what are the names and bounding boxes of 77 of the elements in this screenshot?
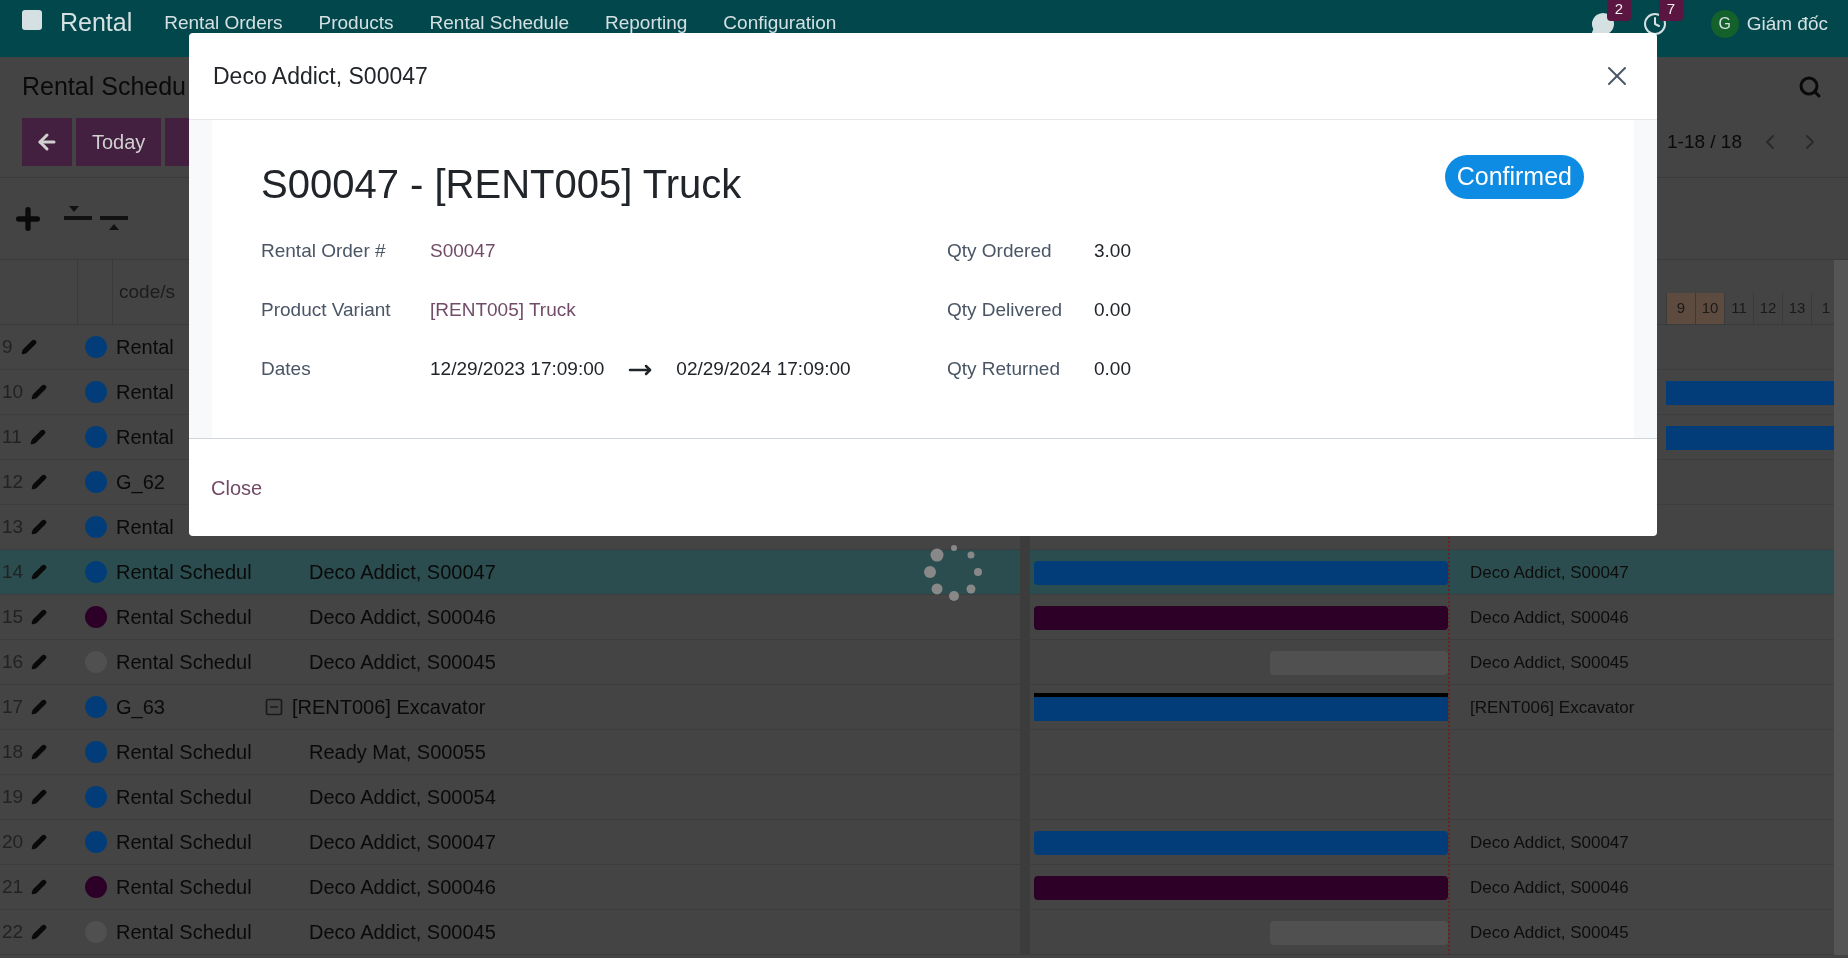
field-link[interactable]: [RENT005] Truck [430, 296, 576, 325]
table-cell-text: Deco Addict, S00047 [309, 560, 496, 585]
day-header: 9 [1666, 292, 1695, 324]
table-cell: Rental [116, 426, 174, 448]
edit-icon[interactable] [31, 654, 48, 670]
close-button[interactable]: Close [207, 472, 267, 503]
field-label: Rental Order # [261, 239, 387, 264]
table-cell-text: [RENT006] Excavator [292, 695, 486, 720]
table-cell: Rental Schedul [116, 786, 252, 808]
edit-icon[interactable] [31, 834, 48, 850]
field-value: 12/29/2023 17:09:00 [430, 357, 605, 382]
bar-label: Deco Addict, S00047 [1470, 562, 1629, 584]
field-link[interactable]: S00047 [430, 237, 496, 266]
edit-icon[interactable] [31, 519, 48, 535]
table-cell-text: Deco Addict, S00054 [309, 785, 496, 810]
field-label: Qty Returned [947, 357, 1061, 382]
search-icon[interactable] [1798, 75, 1822, 99]
table-cell: Rental Schedul [116, 651, 252, 673]
field-label: Qty Ordered [947, 239, 1053, 264]
user-name[interactable]: Giám đốc [1746, 10, 1828, 39]
status-badge: Confirmed [1444, 155, 1584, 199]
today-button[interactable]: Today [76, 117, 162, 166]
table-cell-text: Deco Addict, S00047 [309, 830, 496, 855]
menu-item[interactable]: Rental Orders [164, 12, 283, 34]
field-label: Dates [261, 357, 312, 382]
table-cell-text: Deco Addict, S00045 [309, 920, 496, 945]
edit-icon[interactable] [20, 339, 37, 355]
collapse-icon[interactable] [264, 697, 284, 717]
table-cell-text: Deco Addict, S00046 [309, 875, 496, 900]
notification-badge: 2 [1606, 0, 1632, 21]
pager: 1-18 / 18 [1667, 129, 1742, 154]
breadcrumb: Rental Schedu [22, 71, 186, 103]
day-header: 10 [1695, 292, 1724, 324]
edit-icon[interactable] [31, 609, 48, 625]
field-label: Product Variant [261, 298, 392, 323]
table-cell: Rental [116, 381, 174, 403]
table-cell: G_63 [116, 696, 165, 718]
table-cell: Rental Schedul [116, 831, 252, 853]
previous-button[interactable] [22, 117, 72, 166]
table-cell: G_62 [116, 471, 165, 493]
edit-icon[interactable] [31, 474, 48, 490]
table-cell: Rental Schedul [116, 741, 252, 763]
edit-icon[interactable] [31, 564, 48, 580]
table-cell: Rental Schedul [116, 921, 252, 943]
table-cell-text: Deco Addict, S00046 [309, 605, 496, 630]
app-name[interactable]: Rental [60, 8, 133, 36]
activities-icon[interactable] [1642, 12, 1667, 37]
edit-icon[interactable] [29, 429, 46, 445]
dialog-title: Deco Addict, S00047 [213, 61, 428, 91]
menu-item[interactable]: Rental Schedule [429, 12, 569, 34]
table-cell: Rental Schedul [116, 561, 252, 583]
field-value: 02/29/2024 17:09:00 [676, 357, 851, 382]
menu-item[interactable]: Configuration [723, 12, 837, 34]
notification-badge: 7 [1658, 0, 1684, 21]
edit-icon[interactable] [31, 384, 48, 400]
table-cell: Rental Schedul [116, 606, 252, 628]
edit-icon[interactable] [31, 789, 48, 805]
field-label: Qty Delivered [947, 298, 1064, 323]
table-cell: Rental [116, 336, 174, 358]
bar-label: [RENT006] Excavator [1470, 697, 1635, 719]
scrollbar[interactable] [1834, 260, 1848, 955]
table-cell-text: Deco Addict, S00045 [309, 650, 496, 675]
edit-icon[interactable] [31, 744, 48, 760]
edit-icon[interactable] [31, 699, 48, 715]
field-value: 3.00 [1094, 239, 1131, 264]
menu-item[interactable]: Reporting [604, 12, 688, 34]
record-heading: S00047 - [RENT005] Truck [261, 161, 742, 208]
edit-icon[interactable] [31, 924, 48, 940]
menu-item[interactable]: Products [318, 12, 394, 34]
field-value: 0.00 [1094, 357, 1131, 382]
user-avatar[interactable]: G [1710, 10, 1739, 39]
table-cell: Rental [116, 516, 174, 538]
table-cell-text: Ready Mat, S00055 [309, 740, 486, 765]
apps-menu-icon[interactable] [20, 8, 44, 32]
field-value: 0.00 [1094, 298, 1131, 323]
table-cell: Rental Schedul [116, 876, 252, 898]
edit-icon[interactable] [31, 879, 48, 895]
